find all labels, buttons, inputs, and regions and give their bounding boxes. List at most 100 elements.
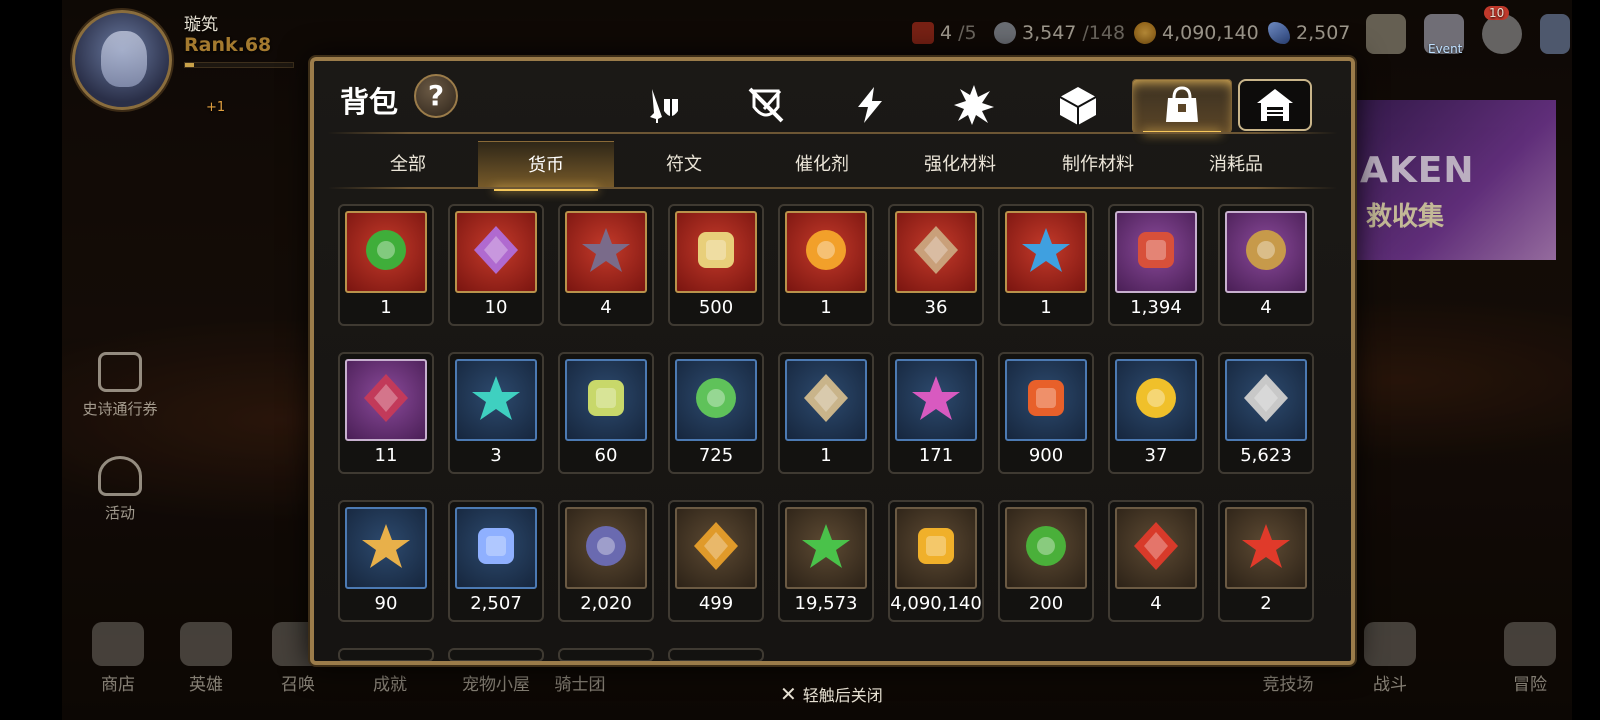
inventory-item[interactable]: 36 bbox=[888, 204, 984, 326]
tab-weapon-armor[interactable] bbox=[614, 79, 710, 131]
close-hint-label: 轻触后关闭 bbox=[802, 686, 883, 705]
inventory-item[interactable]: 10 bbox=[448, 204, 544, 326]
green-heart-icon bbox=[796, 516, 856, 580]
stamina-counter[interactable]: 4/5 bbox=[912, 19, 977, 47]
inventory-item[interactable]: 4,090,140 bbox=[888, 500, 984, 622]
subtab-crafting-materials[interactable]: 制作材料 bbox=[1030, 141, 1166, 189]
inventory-item-partial[interactable] bbox=[338, 648, 434, 661]
gift-box-icon bbox=[356, 368, 416, 432]
subtab-divider bbox=[328, 187, 1337, 189]
item-frame bbox=[565, 359, 647, 441]
side-item-events[interactable]: 活动 bbox=[70, 456, 170, 523]
inventory-item[interactable]: 500 bbox=[668, 204, 764, 326]
subtab-enhance-materials[interactable]: 强化材料 bbox=[892, 141, 1028, 189]
tab-divider bbox=[328, 132, 1337, 134]
inventory-dialog: 背包 ? 全部 货币 符文 催化剂 强化材料 制作材料 消耗品 1 10 4 500 1… bbox=[310, 57, 1355, 665]
bottom-item-battle[interactable]: 战斗 bbox=[1350, 622, 1430, 695]
item-frame bbox=[1005, 359, 1087, 441]
tab-cube[interactable] bbox=[1030, 79, 1126, 131]
green-leaf-icon bbox=[686, 368, 746, 432]
bottom-item-shop[interactable]: 商店 bbox=[78, 622, 158, 695]
item-count: 1 bbox=[1040, 297, 1052, 318]
chat-icon[interactable] bbox=[1482, 14, 1522, 54]
bottom-item-label: 竞技场 bbox=[1262, 675, 1314, 695]
item-count: 200 bbox=[1028, 593, 1064, 614]
pass-icon bbox=[98, 352, 142, 392]
inventory-item[interactable]: 1 bbox=[998, 204, 1094, 326]
item-count: 1 bbox=[820, 445, 832, 466]
close-hint[interactable]: ✕ 轻触后关闭 bbox=[780, 682, 883, 706]
subtab-currency[interactable]: 货币 bbox=[478, 141, 614, 191]
subtab-all[interactable]: 全部 bbox=[340, 141, 476, 189]
inventory-item[interactable]: 200 bbox=[998, 500, 1094, 622]
inventory-item[interactable]: 19,573 bbox=[778, 500, 874, 622]
inventory-item[interactable]: 2,020 bbox=[558, 500, 654, 622]
event-banner[interactable]: AKEN 救收集 bbox=[1346, 100, 1556, 260]
tab-crossed-shield[interactable] bbox=[718, 79, 814, 131]
help-button[interactable]: ? bbox=[414, 74, 458, 118]
tab-bag[interactable] bbox=[1132, 79, 1232, 134]
inventory-item-partial[interactable] bbox=[668, 648, 764, 661]
item-count: 19,573 bbox=[794, 593, 858, 614]
teal-crystal-icon bbox=[466, 368, 526, 432]
inventory-item[interactable]: 1,394 bbox=[1108, 204, 1204, 326]
item-count: 2,020 bbox=[580, 593, 632, 614]
disc-emblem-icon bbox=[466, 220, 526, 284]
item-count: 1 bbox=[820, 297, 832, 318]
inventory-item[interactable]: 171 bbox=[888, 352, 984, 474]
subtab-consumables[interactable]: 消耗品 bbox=[1168, 141, 1304, 189]
tab-burst[interactable] bbox=[926, 79, 1022, 131]
item-frame bbox=[1115, 359, 1197, 441]
gold-counter[interactable]: 4,090,140 bbox=[1134, 19, 1259, 47]
right-letterbox bbox=[1572, 0, 1600, 720]
inventory-item[interactable]: 90 bbox=[338, 500, 434, 622]
silver-counter[interactable]: 3,547/148 bbox=[994, 19, 1125, 47]
stamina-max: /5 bbox=[958, 22, 977, 44]
item-frame bbox=[1115, 211, 1197, 293]
item-frame bbox=[785, 359, 867, 441]
tab-lightning[interactable] bbox=[822, 79, 918, 131]
inventory-item[interactable]: 4 bbox=[558, 204, 654, 326]
inventory-item[interactable]: 11 bbox=[338, 352, 434, 474]
inventory-item[interactable]: 499 bbox=[668, 500, 764, 622]
bottom-item-heroes[interactable]: 英雄 bbox=[166, 622, 246, 695]
item-frame bbox=[565, 507, 647, 589]
inventory-item[interactable]: 5,623 bbox=[1218, 352, 1314, 474]
gold-value: 4,090,140 bbox=[1162, 22, 1259, 44]
side-item-label: 活动 bbox=[104, 504, 135, 522]
subtab-catalysts[interactable]: 催化剂 bbox=[754, 141, 890, 189]
inventory-item[interactable]: 1 bbox=[778, 204, 874, 326]
inventory-item[interactable]: 2,507 bbox=[448, 500, 544, 622]
inventory-item[interactable]: 60 bbox=[558, 352, 654, 474]
inventory-item-partial[interactable] bbox=[558, 648, 654, 661]
gold-badge-icon bbox=[686, 516, 746, 580]
inventory-item[interactable]: 4 bbox=[1108, 500, 1204, 622]
side-item-epic-pass[interactable]: 史诗通行券 bbox=[70, 352, 170, 419]
subtab-runes[interactable]: 符文 bbox=[616, 141, 752, 189]
silver-coin-icon bbox=[1236, 368, 1296, 432]
bottom-item-label: 成就 bbox=[373, 675, 407, 695]
gem-counter[interactable]: 2,507 bbox=[1268, 19, 1350, 47]
item-frame bbox=[345, 359, 427, 441]
inventory-item[interactable]: 900 bbox=[998, 352, 1094, 474]
inventory-item[interactable]: 2 bbox=[1218, 500, 1314, 622]
inventory-item[interactable]: 3 bbox=[448, 352, 544, 474]
menu-grid-icon[interactable] bbox=[1540, 14, 1570, 54]
inventory-item-partial[interactable] bbox=[448, 648, 544, 661]
side-item-label: 史诗通行券 bbox=[82, 400, 158, 418]
player-avatar[interactable] bbox=[72, 10, 172, 110]
castle-icon[interactable] bbox=[1366, 14, 1406, 54]
inventory-item[interactable]: 37 bbox=[1108, 352, 1204, 474]
inventory-item[interactable]: 4 bbox=[1218, 204, 1314, 326]
item-count: 499 bbox=[698, 593, 734, 614]
item-frame bbox=[345, 211, 427, 293]
item-count: 725 bbox=[698, 445, 734, 466]
banner-title: AKEN bbox=[1360, 150, 1475, 191]
inventory-item[interactable]: 1 bbox=[778, 352, 874, 474]
item-frame bbox=[785, 507, 867, 589]
inventory-item[interactable]: 1 bbox=[338, 204, 434, 326]
tab-house[interactable] bbox=[1238, 79, 1312, 131]
inventory-item[interactable]: 725 bbox=[668, 352, 764, 474]
bottom-item-adventure[interactable]: 冒险 bbox=[1490, 622, 1570, 695]
item-frame bbox=[675, 359, 757, 441]
